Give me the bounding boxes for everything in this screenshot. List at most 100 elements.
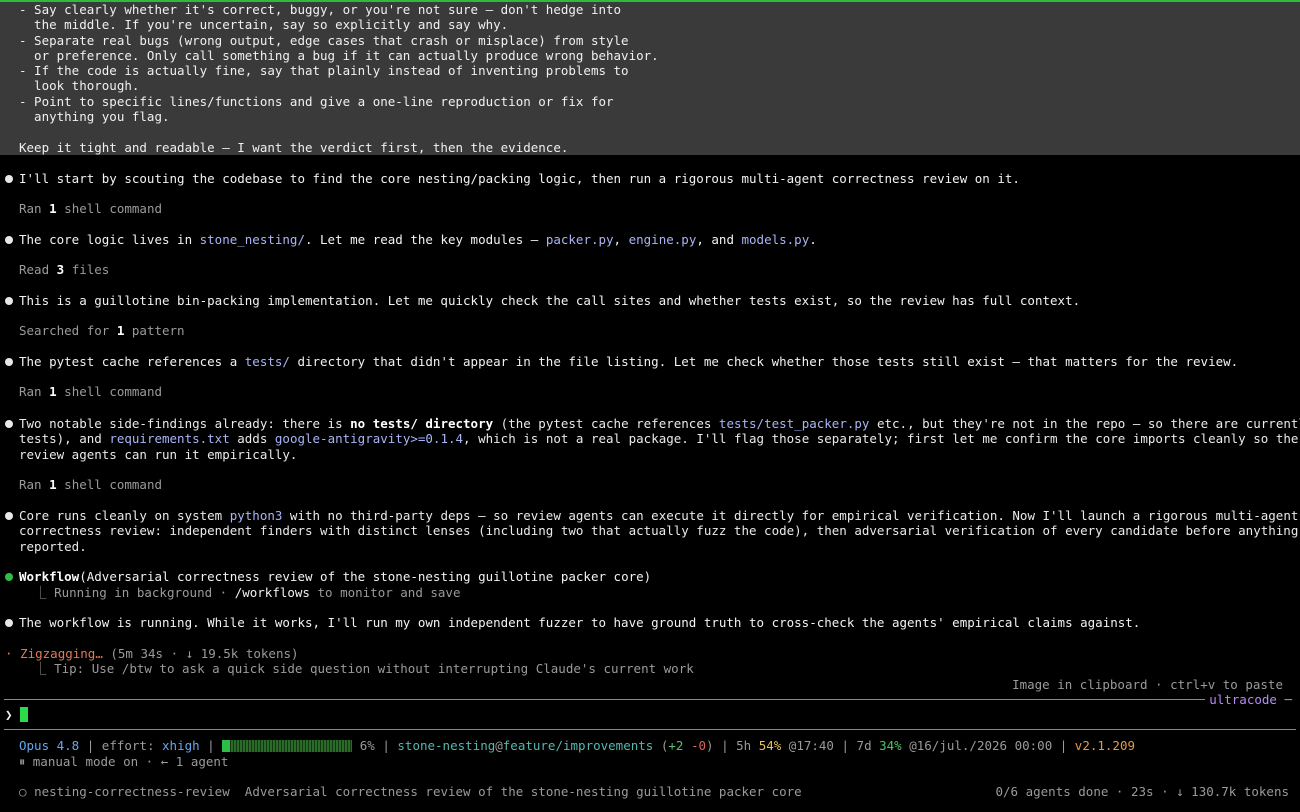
text: ⎿ Running in background · — [19, 585, 235, 600]
activity-label: Zigzagging… — [20, 646, 103, 661]
message-line: correctness review: independent finders … — [19, 523, 1300, 539]
workflow-name: Workflow — [19, 569, 80, 584]
emphasis: no — [350, 416, 373, 431]
assistant-message: The core logic lives in stone_nesting/. … — [19, 232, 817, 247]
text: tests), and — [19, 431, 110, 447]
tool-summary[interactable]: Ran 1 shell command — [19, 384, 162, 399]
prompt-chevron-icon: ❯ — [5, 707, 13, 722]
workflow-status-icon — [5, 573, 13, 581]
usage-7d-percent: 34% — [879, 738, 902, 753]
tool-count: 1 — [49, 201, 57, 216]
text: @16/jul./2026 00:00 | — [901, 738, 1075, 753]
path-link[interactable]: stone_nesting/ — [200, 232, 305, 247]
tool-summary-label: Read — [19, 262, 57, 277]
prompt-line: look thorough. — [19, 78, 140, 94]
text: (the pytest cache references — [493, 416, 719, 431]
text: with no third-party deps — so review age… — [282, 508, 1299, 523]
file-link[interactable]: models.py — [742, 232, 810, 247]
workflow-sub: ⎿ Running in background · /workflows to … — [19, 585, 460, 600]
workflows-command[interactable]: /workflows — [235, 585, 310, 600]
mode-tag-label: ultracode — [1209, 692, 1277, 707]
text: to monitor and save — [309, 585, 461, 600]
tool-summary[interactable]: Ran 1 shell command — [19, 201, 162, 216]
branch-name: feature/improvements — [502, 738, 654, 753]
message-bullet-icon — [5, 358, 13, 366]
tool-summary-label: shell command — [56, 384, 162, 399]
spinner-icon: · — [5, 646, 13, 661]
tool-summary[interactable]: Searched for 1 pattern — [19, 323, 185, 338]
diff-added: +2 — [668, 738, 684, 753]
assistant-message: I'll start by scouting the codebase to f… — [19, 171, 1020, 186]
text: @ — [495, 738, 503, 753]
text: adds — [229, 431, 275, 447]
tip-text: ⎿ Tip: Use /btw to ask a quick side ques… — [19, 661, 694, 676]
activity-meta: (5m 34s · ↓ 19.5k tokens) — [102, 646, 299, 661]
context-progress-fill — [222, 740, 231, 752]
tool-summary-label: shell command — [56, 477, 162, 492]
usage-5h-percent: 54% — [758, 738, 782, 753]
input-bottom-border — [4, 729, 1296, 730]
path-link[interactable]: tests/ — [245, 354, 290, 369]
file-link[interactable]: engine.py — [629, 232, 697, 247]
tool-summary[interactable]: Read 3 files — [19, 262, 109, 277]
tool-summary-label: Ran — [19, 201, 50, 216]
context-progress-bar — [222, 740, 353, 752]
model-name: Opus 4.8 — [19, 738, 80, 753]
tool-summary-label: Ran — [19, 477, 50, 492]
file-link[interactable]: packer.py — [546, 232, 614, 247]
context-percent: 6% — [359, 738, 375, 753]
message-line: tests), and requirements.txt adds google… — [19, 431, 1298, 447]
tool-summary-label: Ran — [19, 384, 50, 399]
prompt-line: or preference. Only call something a bug… — [19, 47, 659, 63]
message-line: review agents can run it empirically. — [19, 446, 298, 462]
prompt-line — [19, 124, 1300, 139]
message-line: Two notable side-findings already: there… — [19, 416, 1300, 431]
assistant-message: Core runs cleanly on system python3 with… — [19, 508, 1300, 554]
message-bullet-icon — [5, 420, 13, 428]
agent-status-icon: ○ — [19, 784, 27, 799]
message-bullet-icon — [5, 175, 13, 183]
user-prompt-block: - Say clearly whether it's correct, bugg… — [0, 2, 1300, 155]
text: , — [613, 232, 629, 247]
text: | 5h — [713, 738, 759, 753]
tool-count: 1 — [49, 477, 57, 492]
package-name: google-antigravity>=0.1.4 — [274, 431, 464, 447]
text: directory that didn't appear in the file… — [289, 354, 1239, 369]
prompt-line: - If the code is actually fine, say that… — [19, 63, 629, 79]
message-line: reported. — [19, 538, 87, 554]
text: | — [374, 738, 398, 753]
text: etc., but they're not in the repo — so t… — [869, 416, 1300, 431]
workflow-arg: (Adversarial correctness review of the s… — [79, 569, 652, 584]
message-bullet-icon — [5, 512, 13, 520]
code-token: python3 — [229, 508, 283, 523]
agent-row[interactable]: ○ nesting-correctness-review Adversarial… — [19, 784, 802, 799]
prompt-line: Keep it tight and readable — I want the … — [19, 139, 569, 155]
text: . — [809, 232, 817, 247]
prompt-line: - Point to specific lines/functions and … — [19, 93, 614, 109]
text: The pytest cache references a — [19, 354, 245, 369]
text: @17:40 | 7d — [781, 738, 880, 753]
text-cursor — [20, 707, 29, 722]
assistant-message: This is a guillotine bin-packing impleme… — [19, 293, 1081, 308]
prompt-line: - Say clearly whether it's correct, bugg… — [19, 2, 622, 17]
message-bullet-icon — [5, 236, 13, 244]
tool-summary-label: files — [64, 262, 110, 277]
message-bullet-icon — [5, 297, 13, 305]
tool-summary-label: shell command — [56, 201, 162, 216]
input-line[interactable]: ❯ — [5, 707, 29, 722]
text: , and — [696, 232, 742, 247]
path-link[interactable]: requirements.txt — [109, 431, 229, 446]
repo-name: stone-nesting — [397, 738, 496, 753]
assistant-message: The pytest cache references a tests/ dir… — [19, 354, 1238, 369]
tool-summary[interactable]: Ran 1 shell command — [19, 477, 162, 492]
text: The core logic lives in — [19, 232, 200, 247]
assistant-message: The workflow is running. While it works,… — [19, 615, 1141, 630]
status-line: Opus 4.8 | effort: xhigh | 6% | stone-ne… — [19, 738, 1135, 753]
mode-line[interactable]: ⏸ manual mode on · ← 1 agent — [19, 754, 228, 769]
workflow-entry[interactable]: Workflow(Adversarial correctness review … — [19, 569, 651, 584]
effort-level: xhigh — [162, 738, 200, 753]
path-link[interactable]: tests/test_packer.py — [719, 416, 870, 431]
emphasis: directory — [417, 416, 494, 431]
prompt-line: the middle. If you're uncertain, say so … — [19, 17, 509, 33]
agent-description: Adversarial correctness review of the st… — [244, 784, 802, 799]
